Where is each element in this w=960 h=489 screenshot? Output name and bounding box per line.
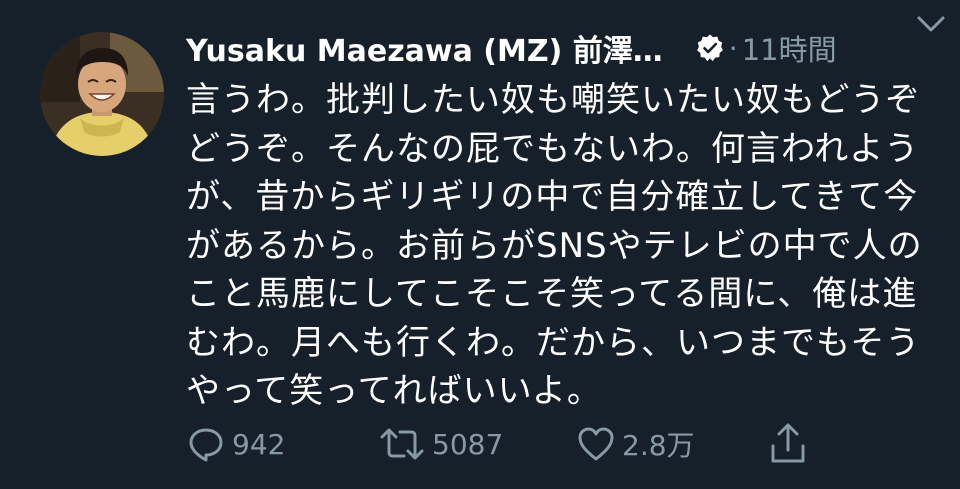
tweet-text-line: が、昔からギリギリの中で自分確立してきて今 — [186, 177, 919, 217]
share-icon — [768, 422, 808, 466]
retweet-icon — [378, 424, 426, 464]
retweet-count: 5087 — [432, 427, 504, 461]
reply-button[interactable]: 942 — [186, 420, 285, 468]
tweet-header: Yusaku Maezawa (MZ) 前澤… · 11時間 — [186, 24, 936, 72]
reply-icon — [186, 424, 226, 464]
share-button[interactable] — [768, 420, 808, 468]
tweet-text-line: があるから。お前らがSNSやテレビの中で人の — [186, 225, 923, 266]
tweet-actions: 942 5087 2.8万 — [186, 420, 826, 468]
timestamp[interactable]: 11時間 — [742, 27, 837, 69]
verified-badge-icon — [695, 33, 725, 63]
tweet-text-line: やって笑ってればいいよ。 — [186, 371, 602, 411]
like-count: 2.8万 — [622, 429, 695, 462]
tweet[interactable]: Yusaku Maezawa (MZ) 前澤… · 11時間 言うわ。批判したい… — [0, 0, 960, 489]
tweet-text-line: どうぞ。そんなの屁でもないわ。何言われよう — [186, 128, 920, 169]
retweet-button[interactable]: 5087 — [378, 420, 503, 468]
avatar[interactable] — [40, 32, 164, 156]
tweet-text: 言うわ。批判したい奴も嘲笑いたい奴もどうぞ どうぞ。そんなの屁でもないわ。何言わ… — [186, 76, 923, 416]
tweet-text-line: 言うわ。批判したい奴も嘲笑いたい奴もどうぞ — [186, 80, 921, 120]
tweet-text-line: むわ。月へも行くわ。だから、いつまでもそう — [186, 322, 921, 363]
separator-dot: · — [728, 31, 738, 65]
like-button[interactable]: 2.8万 — [576, 420, 695, 468]
reply-count: 942 — [232, 427, 286, 461]
tweet-text-line: こと馬鹿にしてこそこそ笑ってる間に、俺は進 — [186, 274, 918, 314]
display-name[interactable]: Yusaku Maezawa (MZ) 前澤… — [186, 26, 663, 70]
chevron-down-icon[interactable] — [914, 12, 948, 36]
heart-icon — [576, 424, 616, 464]
